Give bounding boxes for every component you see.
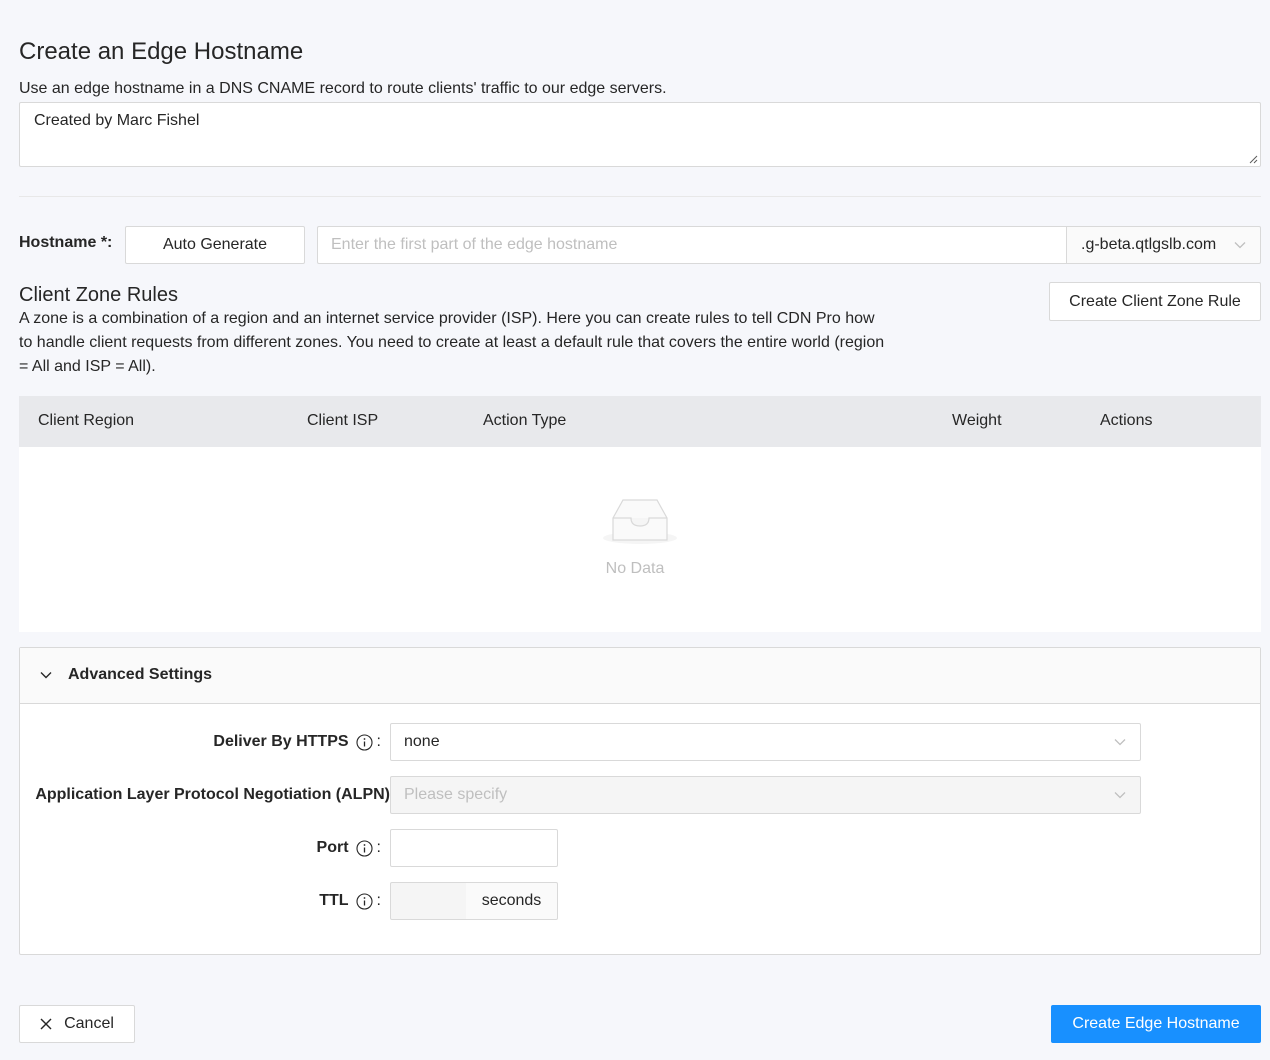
chevron-down-icon [1114,792,1126,799]
chevron-down-icon [1114,739,1126,746]
cancel-button[interactable]: Cancel [19,1005,135,1043]
advanced-settings-panel: Advanced Settings Deliver By HTTPS : non… [19,647,1261,955]
ttl-label: TTL : [319,892,381,910]
column-header-weight: Weight [952,412,1002,429]
column-header-client-region: Client Region [38,412,135,429]
port-label: Port : [316,839,381,857]
ttl-input[interactable] [390,882,467,920]
description-textarea[interactable]: Created by Marc Fishel [19,102,1261,167]
ttl-unit-addon: seconds [466,882,558,920]
advanced-settings-title: Advanced Settings [68,666,213,683]
page-description: Use an edge hostname in a DNS CNAME reco… [19,80,667,97]
info-icon[interactable] [355,733,373,751]
column-header-actions: Actions [1100,412,1153,429]
resize-handle-icon[interactable] [1248,154,1258,164]
table-header: Client Region Client ISP Action Type Wei… [19,396,1261,447]
alpn-select[interactable]: Please specify [390,776,1141,814]
hostname-suffix-select[interactable]: .g-beta.qtlgslb.com [1066,226,1261,264]
empty-inbox-icon [603,499,677,544]
column-header-client-isp: Client ISP [307,412,379,429]
deliver-by-https-value: none [404,733,440,750]
port-input[interactable] [390,829,558,867]
info-icon[interactable] [355,839,373,857]
page-title: Create an Edge Hostname [19,38,304,65]
create-edge-hostname-button[interactable]: Create Edge Hostname [1051,1005,1261,1043]
hostname-label: Hostname *: [19,234,113,251]
deliver-by-https-select[interactable]: none [390,723,1141,761]
create-client-zone-rule-button[interactable]: Create Client Zone Rule [1049,282,1261,321]
info-icon[interactable] [355,892,373,910]
chevron-down-icon [40,672,52,679]
close-icon [40,1018,52,1030]
alpn-label: Application Layer Protocol Negotiation (… [35,786,390,803]
hostname-input[interactable] [317,226,1067,264]
client-zone-rules-description: A zone is a combination of a region and … [19,310,885,375]
hostname-suffix-value: .g-beta.qtlgslb.com [1081,236,1217,253]
advanced-settings-header[interactable]: Advanced Settings [20,648,1260,704]
client-zone-rules-title: Client Zone Rules [19,284,178,306]
column-header-action-type: Action Type [483,412,567,429]
section-divider [19,196,1261,197]
chevron-down-icon [1234,242,1246,249]
cancel-button-label: Cancel [64,1015,114,1032]
deliver-by-https-label: Deliver By HTTPS : [213,733,381,751]
auto-generate-button[interactable]: Auto Generate [125,226,305,264]
empty-state-text: No Data [605,560,665,577]
description-textarea-value: Created by Marc Fishel [34,112,200,129]
alpn-placeholder: Please specify [404,786,508,803]
